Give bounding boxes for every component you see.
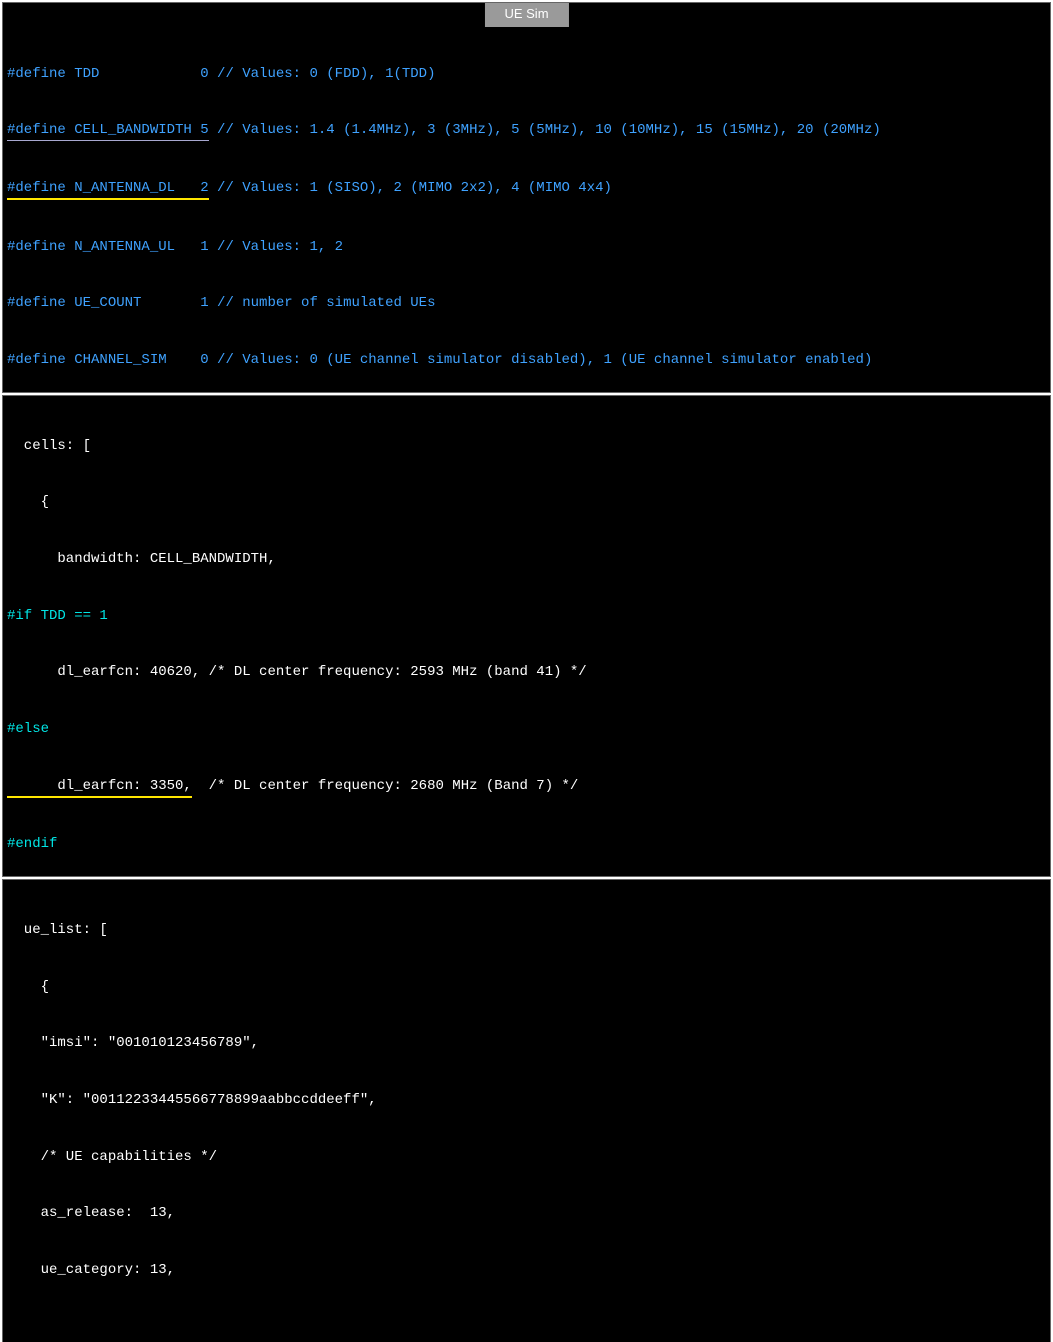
define-ue-count: #define UE_COUNT 1 [7,295,209,311]
preproc-else: #else [7,720,1046,739]
earfcn-fdd: dl_earfcn: 3350, [7,777,192,798]
cells-brace: { [7,493,1046,512]
define-n-antenna-ul-comment: // Values: 1, 2 [209,239,343,255]
earfcn-fdd-comment: /* DL center frequency: 2680 MHz (Band 7… [192,778,578,794]
cells-panel: cells: [ { bandwidth: CELL_BANDWIDTH, #i… [2,395,1051,877]
define-n-antenna-dl-comment: // Values: 1 (SISO), 2 (MIMO 2x2), 4 (MI… [209,180,612,196]
preproc-if: #if TDD == 1 [7,607,1046,626]
uelist-ue-category: ue_category: 13, [7,1261,1046,1280]
define-tdd-comment: // Values: 0 (FDD), 1(TDD) [209,66,436,82]
uelist-as-release: as_release: 13, [7,1204,1046,1223]
preproc-endif: #endif [7,835,1046,854]
uelist-open: ue_list: [ [7,921,1046,940]
define-channel-sim-comment: // Values: 0 (UE channel simulator disab… [209,352,873,368]
uelist-imsi: "imsi": "001010123456789", [7,1034,1046,1053]
define-channel-sim: #define CHANNEL_SIM 0 [7,352,209,368]
tab-ue-sim: UE Sim [484,3,568,27]
uelist-brace: { [7,978,1046,997]
cells-open: cells: [ [7,437,1046,456]
ue-list-panel: ue_list: [ { "imsi": "001010123456789", … [2,879,1051,1342]
define-n-antenna-dl: #define N_ANTENNA_DL 2 [7,179,209,200]
define-ue-count-comment: // number of simulated UEs [209,295,436,311]
blank-1 [7,1318,1046,1337]
define-cell-bandwidth: #define CELL_BANDWIDTH 5 [7,121,209,141]
uelist-k: "K": "00112233445566778899aabbccddeeff", [7,1091,1046,1110]
cells-bandwidth: bandwidth: CELL_BANDWIDTH, [7,550,1046,569]
define-n-antenna-ul: #define N_ANTENNA_UL 1 [7,239,209,255]
defines-panel: UE Sim #define TDD 0 // Values: 0 (FDD),… [2,2,1051,393]
define-cell-bandwidth-comment: // Values: 1.4 (1.4MHz), 3 (3MHz), 5 (5M… [209,122,881,138]
uelist-caps-comment: /* UE capabilities */ [7,1148,1046,1167]
earfcn-tdd: dl_earfcn: 40620, [7,664,200,680]
define-tdd: #define TDD 0 [7,66,209,82]
earfcn-tdd-comment: /* DL center frequency: 2593 MHz (band 4… [200,664,586,680]
